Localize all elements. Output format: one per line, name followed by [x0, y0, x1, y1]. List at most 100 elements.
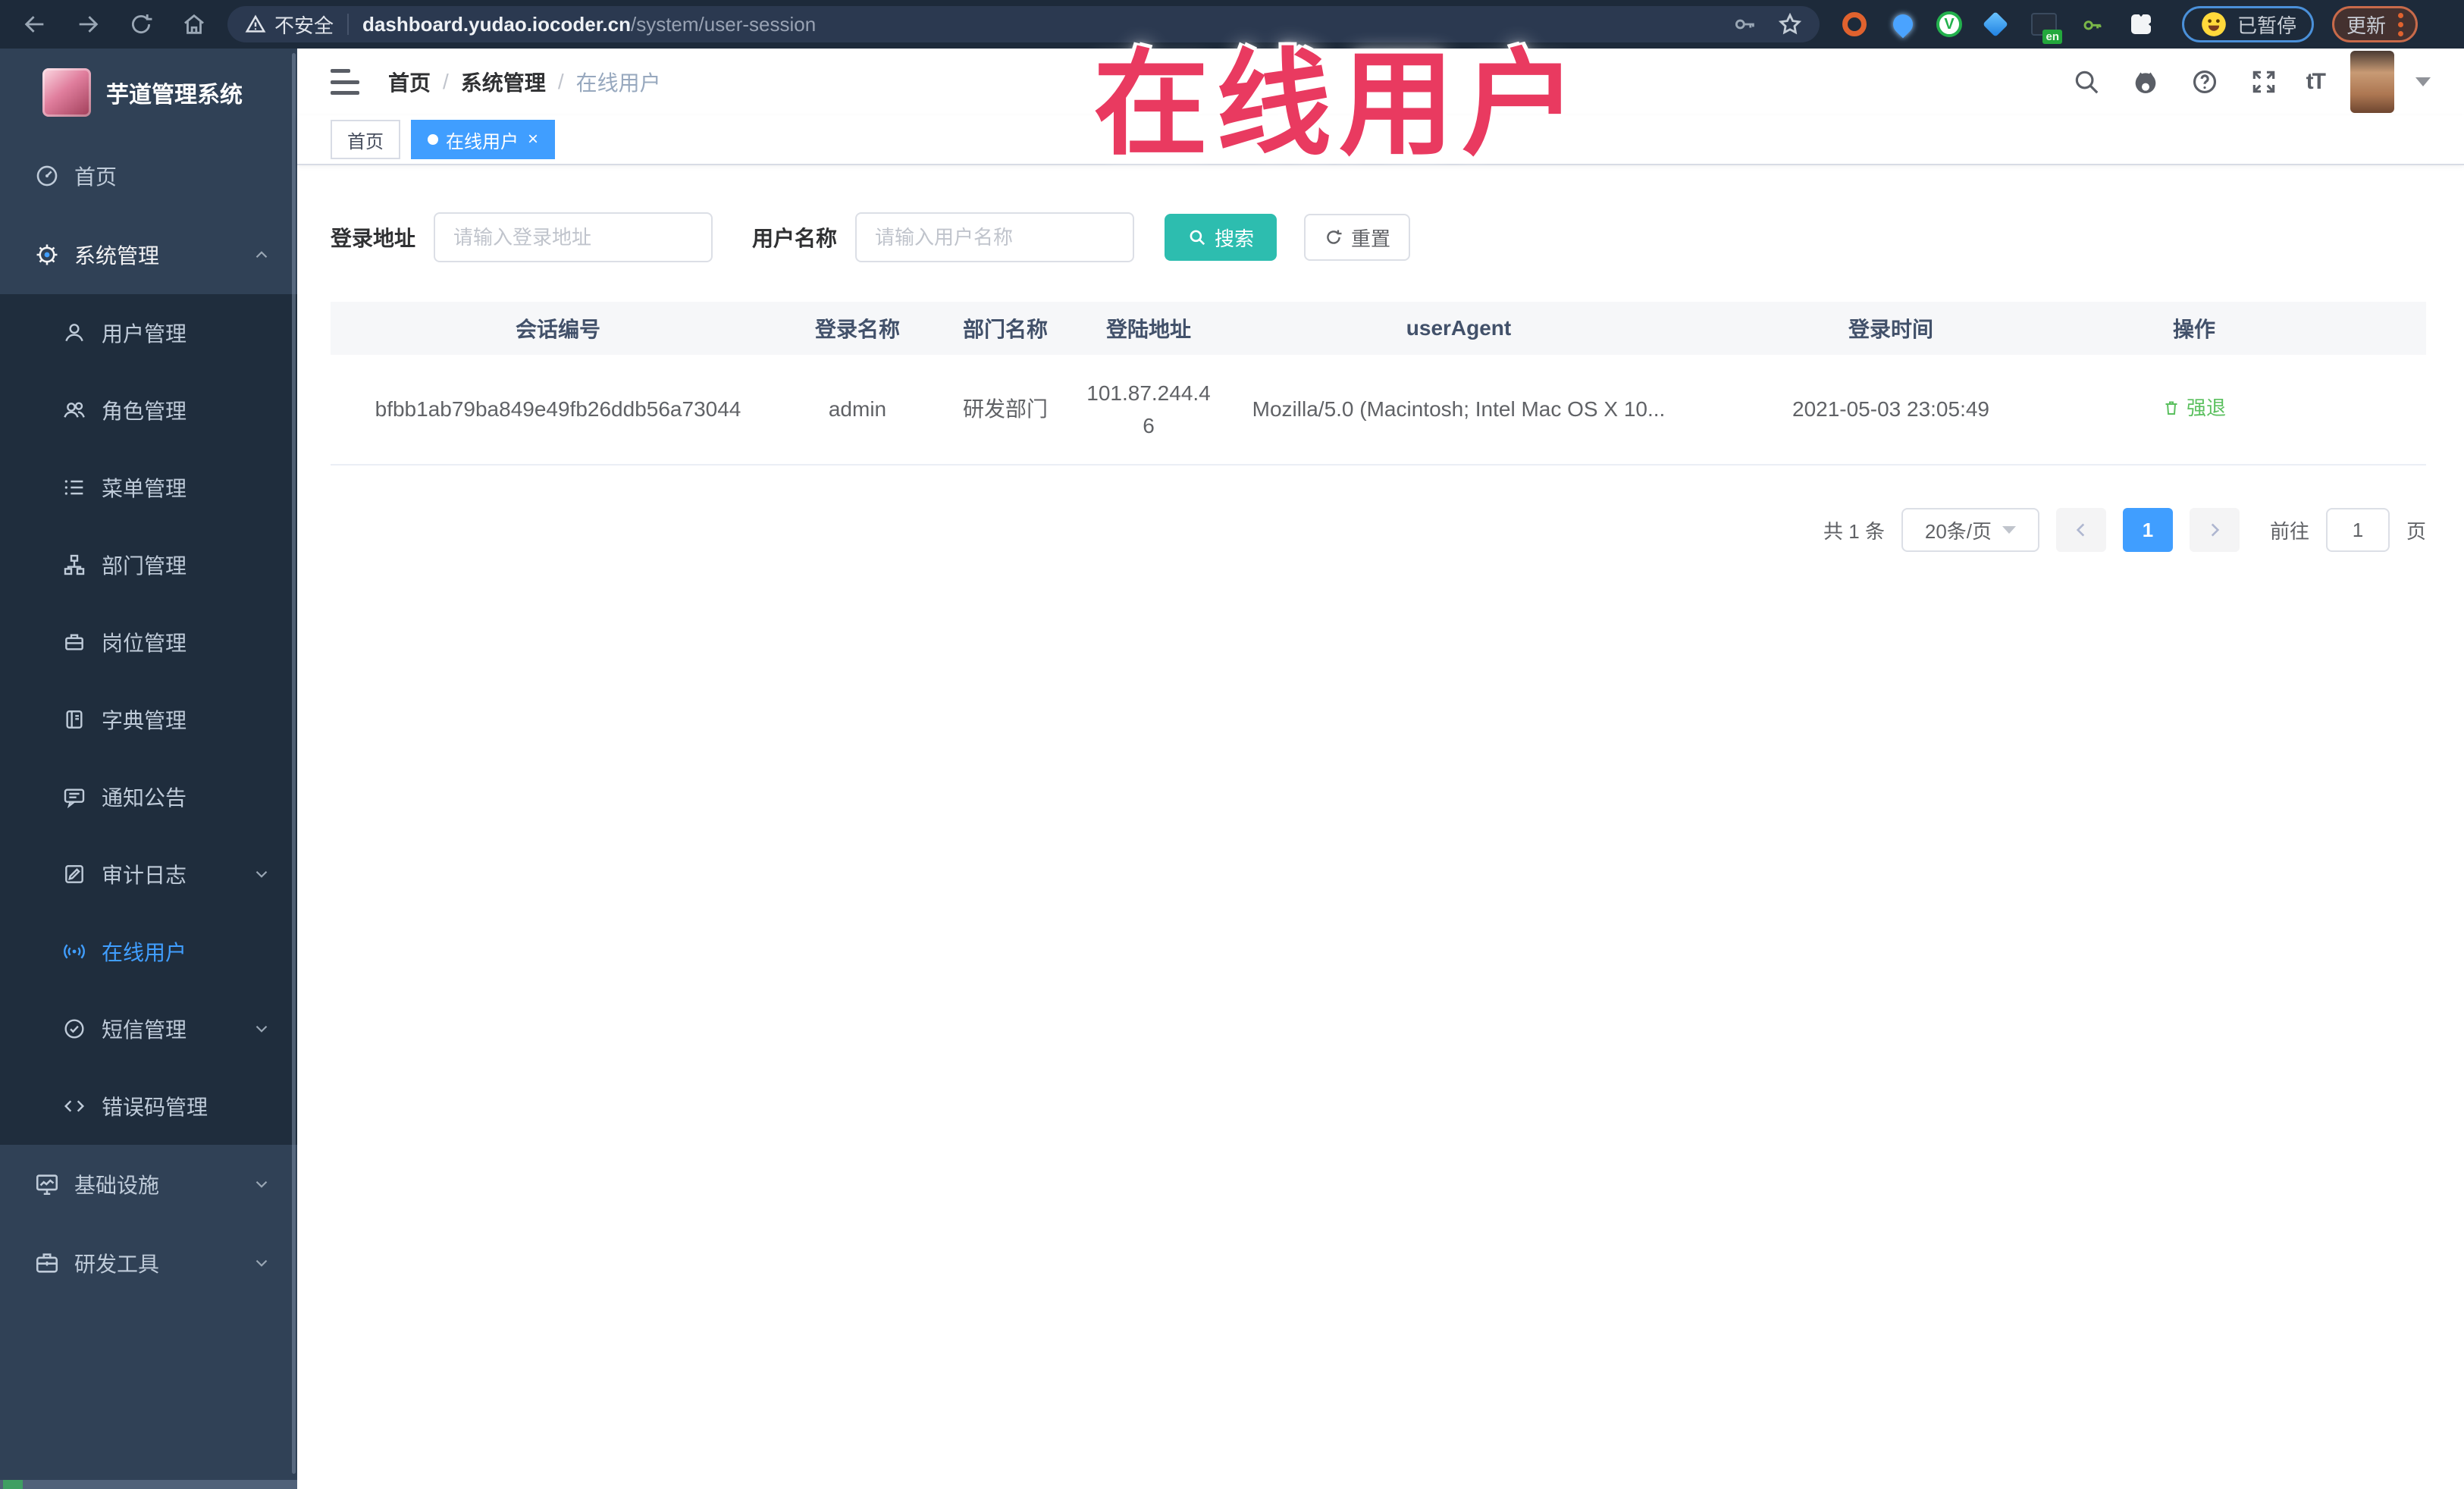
help-icon[interactable] [2188, 65, 2221, 99]
sidebar-item-notice[interactable]: 通知公告 [0, 758, 297, 835]
search-button[interactable]: 搜索 [1165, 214, 1277, 261]
sidebar-item-system-management[interactable]: 系统管理 [0, 215, 297, 294]
fullscreen-icon[interactable] [2247, 65, 2281, 99]
sidebar-item-label: 基础设施 [74, 1174, 160, 1197]
chevron-down-icon [252, 1174, 271, 1194]
sidebar-item-label: 错误码管理 [102, 1096, 208, 1119]
user-avatar[interactable] [2350, 51, 2394, 113]
sidebar-item-label: 菜单管理 [102, 477, 187, 500]
sidebar-item-label: 通知公告 [102, 786, 187, 810]
browser-home-icon[interactable] [179, 9, 209, 39]
extension-v-badge-icon[interactable]: V [1936, 11, 1962, 37]
sidebar-item-menu-management[interactable]: 菜单管理 [0, 449, 297, 526]
sidebar-item-error-code[interactable]: 错误码管理 [0, 1067, 297, 1145]
browser-menu-kebab-icon[interactable] [2398, 12, 2404, 36]
cell-action: 强退 [2080, 393, 2308, 427]
online-signal-icon [61, 938, 88, 965]
cell-login-time: 2021-05-03 23:05:49 [1792, 397, 1989, 422]
app-header: 首页 / 系统管理 / 在线用户 tT [297, 49, 2464, 115]
tags-view: 首页 在线用户 × [297, 115, 2464, 165]
search-icon[interactable] [2070, 65, 2103, 99]
sidebar-item-audit-log[interactable]: 审计日志 [0, 835, 297, 913]
sidebar-item-department-management[interactable]: 部门管理 [0, 526, 297, 603]
browser-reload-icon[interactable] [126, 9, 156, 39]
user-icon [61, 319, 88, 346]
url-path[interactable]: /system/user-session [631, 13, 816, 36]
monitor-chart-icon [33, 1171, 61, 1198]
shield-check-icon [61, 1015, 88, 1042]
sidebar-item-sms-management[interactable]: 短信管理 [0, 990, 297, 1067]
next-page-button[interactable] [2189, 508, 2240, 552]
github-icon[interactable] [2129, 65, 2162, 99]
users-icon [61, 397, 88, 424]
total-count: 共 1 条 [1823, 519, 1885, 543]
sidebar-item-dev-tools[interactable]: 研发工具 [0, 1224, 297, 1302]
emoji-face-icon [2202, 12, 2226, 36]
sidebar-item-label: 在线用户 [102, 941, 187, 964]
chevron-up-icon [252, 245, 271, 265]
sidebar-item-label: 岗位管理 [102, 632, 187, 655]
browser-forward-icon[interactable] [73, 9, 103, 39]
select-caret-icon [2002, 526, 2017, 534]
book-icon [61, 706, 88, 733]
extension-orange-ring-icon[interactable] [1839, 9, 1870, 39]
avatar-caret-icon[interactable] [2415, 77, 2431, 86]
app-logo-row[interactable]: 芋道管理系统 [0, 49, 297, 136]
password-key-icon[interactable] [1732, 11, 1757, 37]
code-icon [61, 1092, 88, 1120]
sidebar-item-dict-management[interactable]: 字典管理 [0, 681, 297, 758]
browser-back-icon[interactable] [20, 9, 50, 39]
breadcrumb-home[interactable]: 首页 [388, 67, 431, 97]
profile-paused-badge[interactable]: 已暂停 [2182, 6, 2315, 42]
url-host[interactable]: dashboard.yudao.iocoder.cn [362, 13, 631, 36]
sidebar-item-label: 部门管理 [102, 554, 187, 578]
extension-icons: V en [1839, 9, 2156, 44]
tag-home[interactable]: 首页 [331, 120, 400, 159]
sidebar-item-home[interactable]: 首页 [0, 136, 297, 215]
sidebar-item-label: 研发工具 [74, 1252, 160, 1276]
sidebar-item-user-management[interactable]: 用户管理 [0, 294, 297, 371]
address-bar[interactable]: 不安全 dashboard.yudao.iocoder.cn /system/u… [227, 6, 1820, 42]
sidebar-item-label: 系统管理 [74, 244, 160, 268]
tag-close-icon[interactable]: × [528, 130, 538, 149]
goto-page-input[interactable] [2325, 508, 2390, 552]
bookmark-star-icon[interactable] [1777, 11, 1803, 37]
chevron-down-icon [252, 1019, 271, 1039]
pagination: 共 1 条 20条/页 1 前往 页 [331, 508, 2426, 552]
sessions-table: 会话编号 登录名称 部门名称 登陆地址 userAgent 登录时间 操作 bf… [331, 302, 2426, 466]
username-input[interactable] [855, 212, 1135, 262]
org-tree-icon [61, 551, 88, 578]
extension-translate-icon[interactable]: en [2029, 9, 2062, 44]
cell-user-agent: Mozilla/5.0 (Macintosh; Intel Mac OS X 1… [1252, 397, 1666, 422]
sidebar-item-role-management[interactable]: 角色管理 [0, 371, 297, 449]
breadcrumb: 首页 / 系统管理 / 在线用户 [388, 67, 661, 97]
sidebar-item-post-management[interactable]: 岗位管理 [0, 603, 297, 681]
tag-online-users[interactable]: 在线用户 × [411, 120, 556, 159]
sidebar-collapse-icon[interactable] [331, 69, 361, 95]
prev-page-button[interactable] [2055, 508, 2106, 552]
page-number-button[interactable]: 1 [2122, 508, 2173, 552]
divider [347, 14, 350, 35]
bottom-scrollbar-track[interactable] [0, 1480, 297, 1489]
sidebar-item-label: 字典管理 [102, 709, 187, 732]
extension-green-key-icon[interactable] [2077, 9, 2108, 39]
sidebar-item-infrastructure[interactable]: 基础设施 [0, 1145, 297, 1224]
chevron-down-icon [252, 864, 271, 884]
paused-label: 已暂停 [2237, 14, 2297, 37]
extension-puzzle-icon[interactable] [2126, 9, 2156, 39]
sidebar-item-online-users[interactable]: 在线用户 [0, 913, 297, 990]
font-size-icon[interactable]: tT [2306, 69, 2326, 95]
extension-location-pin-icon[interactable] [1888, 9, 1918, 39]
security-label[interactable]: 不安全 [274, 11, 334, 39]
sidebar-scrollbar[interactable] [292, 53, 296, 1474]
extension-blue-gem-icon[interactable] [1980, 9, 2011, 39]
toolbox-icon [33, 1249, 61, 1277]
force-logout-button[interactable]: 强退 [2162, 393, 2226, 423]
breadcrumb-system[interactable]: 系统管理 [461, 67, 546, 97]
bottom-scrollbar-thumb[interactable] [3, 1480, 23, 1489]
browser-update-button[interactable]: 更新 [2332, 6, 2419, 42]
reset-button[interactable]: 重置 [1304, 214, 1411, 261]
search-button-icon [1190, 230, 1205, 246]
page-size-select[interactable]: 20条/页 [1901, 508, 2039, 552]
login-address-input[interactable] [434, 212, 713, 262]
